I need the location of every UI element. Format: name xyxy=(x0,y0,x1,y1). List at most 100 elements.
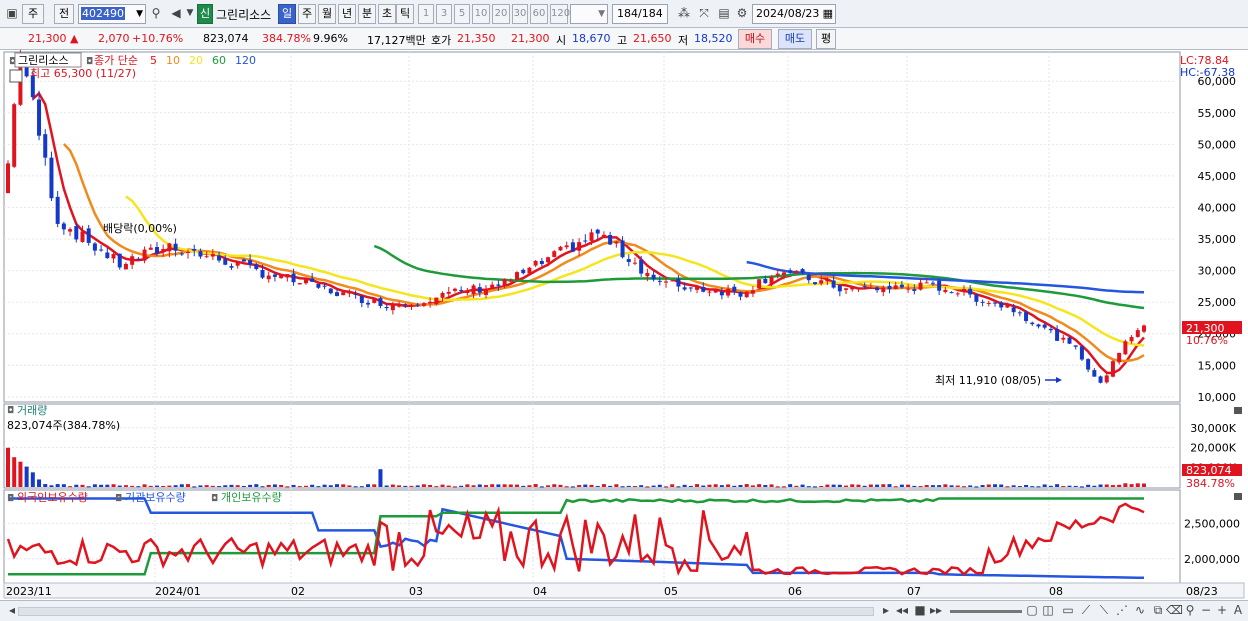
high-label: 고 xyxy=(617,34,628,47)
crosshair-icon[interactable]: ⤧ xyxy=(696,4,712,24)
trend-tool-icon[interactable]: ⟍ xyxy=(1096,601,1112,621)
zoom-icon[interactable]: ⚲ xyxy=(1182,601,1198,621)
copy-icon[interactable]: ⧉ xyxy=(1150,601,1166,621)
candle-body xyxy=(558,246,563,251)
volume-bar xyxy=(788,484,793,487)
open-label: 시 xyxy=(556,34,567,47)
wave-tool-icon[interactable]: ∿ xyxy=(1132,601,1148,621)
line-tool-icon[interactable]: ⟋ xyxy=(1078,601,1094,621)
volume-bar xyxy=(620,486,625,488)
moving-average-lines xyxy=(31,91,1145,375)
stop-icon[interactable]: ■ xyxy=(912,601,928,621)
number-tab[interactable]: 10 xyxy=(472,4,490,24)
volume-bar xyxy=(701,485,706,487)
volume-bar xyxy=(906,484,911,487)
candle-body xyxy=(943,289,948,292)
candle-body xyxy=(564,245,569,248)
number-tab[interactable]: 30 xyxy=(512,4,528,24)
candle-body xyxy=(409,305,414,307)
shrink-icon[interactable]: ⁂ xyxy=(676,4,692,24)
zoom-slider[interactable] xyxy=(950,610,1022,613)
candle-body xyxy=(1005,305,1010,308)
candle-body xyxy=(92,243,97,251)
chevron-down-icon[interactable]: ▼ xyxy=(182,4,198,24)
candle-body xyxy=(806,274,811,281)
number-tab[interactable]: 60 xyxy=(530,4,548,24)
candle-body xyxy=(148,247,153,250)
window-split-icon[interactable]: ◫ xyxy=(1040,601,1056,621)
horizontal-scrollbar[interactable] xyxy=(18,607,874,616)
fast-forward-icon[interactable]: ▸▸ xyxy=(928,601,944,621)
interval-tab[interactable]: 월 xyxy=(318,4,336,24)
minus-icon[interactable]: − xyxy=(1198,601,1214,621)
candle-body xyxy=(366,302,371,305)
price-tick-label: 55,000 xyxy=(1198,107,1237,120)
interval-tab[interactable]: 일 xyxy=(278,4,296,24)
volume-bar xyxy=(117,485,122,487)
rewind-icon[interactable]: ◂◂ xyxy=(894,601,910,621)
interval-tab[interactable]: 년 xyxy=(338,4,356,24)
window-icon[interactable]: ▢ xyxy=(1024,601,1040,621)
volume-bar xyxy=(359,486,364,488)
foreign-holding-line xyxy=(6,502,1145,577)
font-size-icon[interactable]: A xyxy=(1230,601,1246,621)
candle-body xyxy=(105,252,110,259)
search-icon[interactable]: ⚲ xyxy=(148,4,164,24)
candle-body xyxy=(800,269,805,273)
prev-button[interactable]: 전 xyxy=(54,4,74,24)
layout-icon[interactable]: ▣ xyxy=(4,4,20,24)
candle-body xyxy=(732,286,737,292)
number-tab[interactable]: 1 xyxy=(418,4,434,24)
number-tab[interactable]: 3 xyxy=(436,4,452,24)
period-select[interactable]: 주 xyxy=(22,4,44,24)
interval-tab[interactable]: 분 xyxy=(358,4,376,24)
candle-body xyxy=(980,301,985,303)
gear-icon[interactable]: ⚙ xyxy=(734,4,750,24)
volume-bar xyxy=(626,485,631,487)
candle-body xyxy=(1092,370,1097,377)
candle-body xyxy=(322,285,327,287)
candle-body xyxy=(210,253,215,257)
chevron-down-icon[interactable]: ▼ xyxy=(136,5,143,23)
save-icon[interactable]: ▤ xyxy=(716,4,732,24)
chevron-down-icon[interactable]: ▼ xyxy=(598,5,605,23)
plus-icon[interactable]: + xyxy=(1214,601,1230,621)
scroll-right-icon[interactable]: ▸ xyxy=(878,601,894,621)
bottom-bar: ◂ ▸ ◂◂ ■ ▸▸ ▢ ◫ ▭ ⟋ ⟍ ⋰ ∿ ⧉ ⌫ ⚲ − + A xyxy=(0,600,1248,621)
eval-button[interactable]: 평 xyxy=(816,29,836,49)
low-arrow-head xyxy=(1056,377,1062,383)
candle-body xyxy=(1055,328,1060,341)
stock-code-input[interactable]: 402490 ▼ xyxy=(78,4,146,24)
number-tab[interactable]: 20 xyxy=(492,4,510,24)
stock-chart[interactable]: 60,00055,00050,00045,00040,00035,00030,0… xyxy=(0,50,1248,600)
volume-bar xyxy=(471,485,476,487)
fib-tool-icon[interactable]: ⋰ xyxy=(1114,601,1130,621)
candle-body xyxy=(173,243,178,251)
buy-button[interactable]: 매수 xyxy=(738,29,772,49)
number-tab[interactable]: 120 xyxy=(550,4,570,24)
custom-period-select[interactable]: ▼ xyxy=(570,4,608,24)
candle-body xyxy=(167,243,172,252)
tile-icon[interactable]: ▭ xyxy=(1060,601,1076,621)
volume-bar xyxy=(204,485,209,487)
volume-bar xyxy=(341,484,346,487)
candle-body xyxy=(1098,376,1103,383)
calendar-icon[interactable]: ▦ xyxy=(823,5,833,23)
stock-code-text: 402490 xyxy=(81,7,125,20)
candle-body xyxy=(819,280,824,284)
interval-tab[interactable]: 주 xyxy=(298,4,316,24)
count-field[interactable]: 184/184 xyxy=(612,4,668,24)
interval-tab[interactable]: 틱 xyxy=(396,4,414,24)
number-tab[interactable]: 5 xyxy=(454,4,470,24)
eraser-icon[interactable]: ⌫ xyxy=(1166,601,1183,621)
volume-bar xyxy=(123,485,128,487)
interval-tab[interactable]: 초 xyxy=(378,4,396,24)
volume-bar xyxy=(1086,484,1091,487)
x-tick-label: 04 xyxy=(533,585,547,598)
volume-bar xyxy=(154,485,159,487)
date-field[interactable]: 2024/08/23 ▦ xyxy=(752,4,836,24)
low-note: 최저 11,910 (08/05) xyxy=(935,374,1041,387)
candle-body xyxy=(372,298,377,303)
candle-body xyxy=(223,259,228,265)
sell-button[interactable]: 매도 xyxy=(778,29,812,49)
